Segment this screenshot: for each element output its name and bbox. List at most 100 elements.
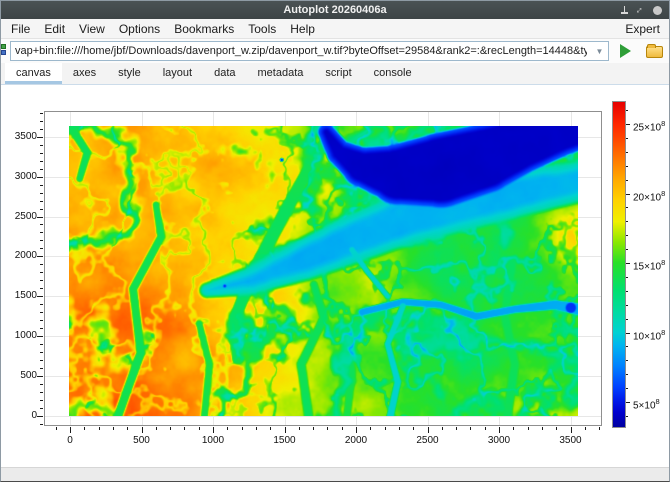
tab-canvas[interactable]: canvas — [5, 63, 62, 84]
y-axis-tick — [40, 232, 43, 233]
colorbar-tick — [626, 402, 630, 403]
x-axis-tick — [556, 427, 557, 430]
y-axis-tick — [40, 145, 43, 146]
colorbar-tick — [626, 207, 628, 208]
x-axis-tick — [599, 427, 600, 430]
y-tick-label: 2500 — [3, 211, 37, 223]
y-axis-tick — [40, 320, 43, 321]
y-axis-tick — [40, 392, 43, 393]
chevron-down-icon[interactable]: ▼ — [591, 42, 608, 60]
y-axis-tick — [40, 400, 43, 401]
y-axis-tick — [37, 256, 43, 257]
colorbar-tick — [626, 166, 628, 167]
pin-icon[interactable] — [624, 6, 625, 14]
colorbar-tick — [626, 138, 628, 139]
colorbar-tick — [626, 235, 628, 236]
tab-style[interactable]: style — [107, 63, 152, 84]
address-row: ▼ — [1, 39, 669, 63]
x-axis-tick — [199, 427, 200, 430]
x-tick-label: 1000 — [191, 435, 235, 446]
tab-axes[interactable]: axes — [62, 63, 107, 84]
colorbar-tick — [626, 388, 628, 389]
colorbar[interactable] — [612, 101, 626, 428]
x-tick-label: 2000 — [334, 435, 378, 446]
open-file-button[interactable] — [643, 43, 665, 59]
x-axis-tick — [56, 427, 57, 430]
colorbar-tick-label: 20×108 — [633, 188, 665, 200]
tab-bar: canvas axes style layout data metadata s… — [1, 63, 669, 85]
x-axis-tick — [227, 427, 228, 430]
colorbar-tick-label: 15×108 — [633, 257, 665, 269]
elevation-heatmap-canvas[interactable] — [69, 126, 578, 416]
y-axis-tick — [40, 129, 43, 130]
folder-icon — [646, 46, 663, 58]
menu-item-bookmarks[interactable]: Bookmarks — [167, 22, 241, 36]
x-tick-label: 500 — [120, 435, 164, 446]
y-axis-tick — [40, 424, 43, 425]
y-tick-label: 3500 — [3, 131, 37, 143]
colorbar-tick-label: 25×108 — [633, 118, 665, 130]
y-axis-tick — [40, 272, 43, 273]
y-axis-tick — [37, 217, 43, 218]
tab-script[interactable]: script — [314, 63, 362, 84]
menu-item-edit[interactable]: Edit — [37, 22, 72, 36]
status-bar — [1, 467, 669, 481]
x-axis-tick — [542, 427, 543, 430]
colorbar-tick — [626, 277, 628, 278]
menu-item-view[interactable]: View — [72, 22, 112, 36]
colorbar-tick — [626, 333, 630, 334]
close-icon[interactable] — [653, 6, 662, 15]
go-button[interactable] — [617, 43, 635, 59]
tab-data[interactable]: data — [203, 63, 246, 84]
menu-item-file[interactable]: File — [4, 22, 37, 36]
colorbar-tick — [626, 249, 628, 250]
uri-field: ▼ — [10, 41, 609, 61]
x-axis-tick — [470, 427, 471, 430]
x-axis-tick — [299, 427, 300, 430]
colorbar-tick — [626, 305, 628, 306]
y-axis-tick — [40, 209, 43, 210]
x-tick-label: 3500 — [549, 435, 593, 446]
x-axis-tick — [456, 427, 457, 430]
menu-item-tools[interactable]: Tools — [241, 22, 283, 36]
menu-item-options[interactable]: Options — [112, 22, 167, 36]
y-axis-tick — [40, 304, 43, 305]
y-tick-label: 1500 — [3, 290, 37, 302]
colorbar-tick — [626, 374, 628, 375]
x-axis-tick — [142, 427, 143, 433]
y-axis-tick — [37, 177, 43, 178]
y-axis-tick — [40, 344, 43, 345]
y-axis-tick — [40, 161, 43, 162]
y-axis-tick — [37, 137, 43, 138]
expert-mode-label[interactable]: Expert — [625, 22, 669, 36]
x-tick-label: 2500 — [406, 435, 450, 446]
x-axis-tick — [213, 427, 214, 433]
y-axis-tick — [37, 376, 43, 377]
tab-metadata[interactable]: metadata — [247, 63, 315, 84]
y-axis-tick — [40, 280, 43, 281]
x-axis-tick — [113, 427, 114, 430]
x-axis-tick — [242, 427, 243, 430]
x-axis-tick — [313, 427, 314, 430]
y-axis-tick — [40, 248, 43, 249]
x-axis-tick — [342, 427, 343, 430]
y-axis-tick — [40, 121, 43, 122]
maximize-icon[interactable]: ↔ — [632, 3, 646, 17]
y-axis-tick — [40, 288, 43, 289]
x-axis-tick — [513, 427, 514, 430]
y-axis-tick — [40, 264, 43, 265]
x-axis-tick — [399, 427, 400, 430]
y-axis-tick — [40, 240, 43, 241]
title-bar: Autoplot 20260406a ↔ — [1, 1, 669, 19]
window-title: Autoplot 20260406a — [283, 4, 386, 16]
tab-layout[interactable]: layout — [152, 63, 203, 84]
y-axis-tick — [40, 153, 43, 154]
y-axis-tick — [40, 328, 43, 329]
y-axis-tick — [40, 312, 43, 313]
x-axis-tick — [84, 427, 85, 430]
tab-console[interactable]: console — [363, 63, 423, 84]
uri-input[interactable] — [11, 42, 591, 60]
menu-item-help[interactable]: Help — [283, 22, 322, 36]
colorbar-tick — [626, 180, 628, 181]
colorbar-tick — [626, 319, 628, 320]
